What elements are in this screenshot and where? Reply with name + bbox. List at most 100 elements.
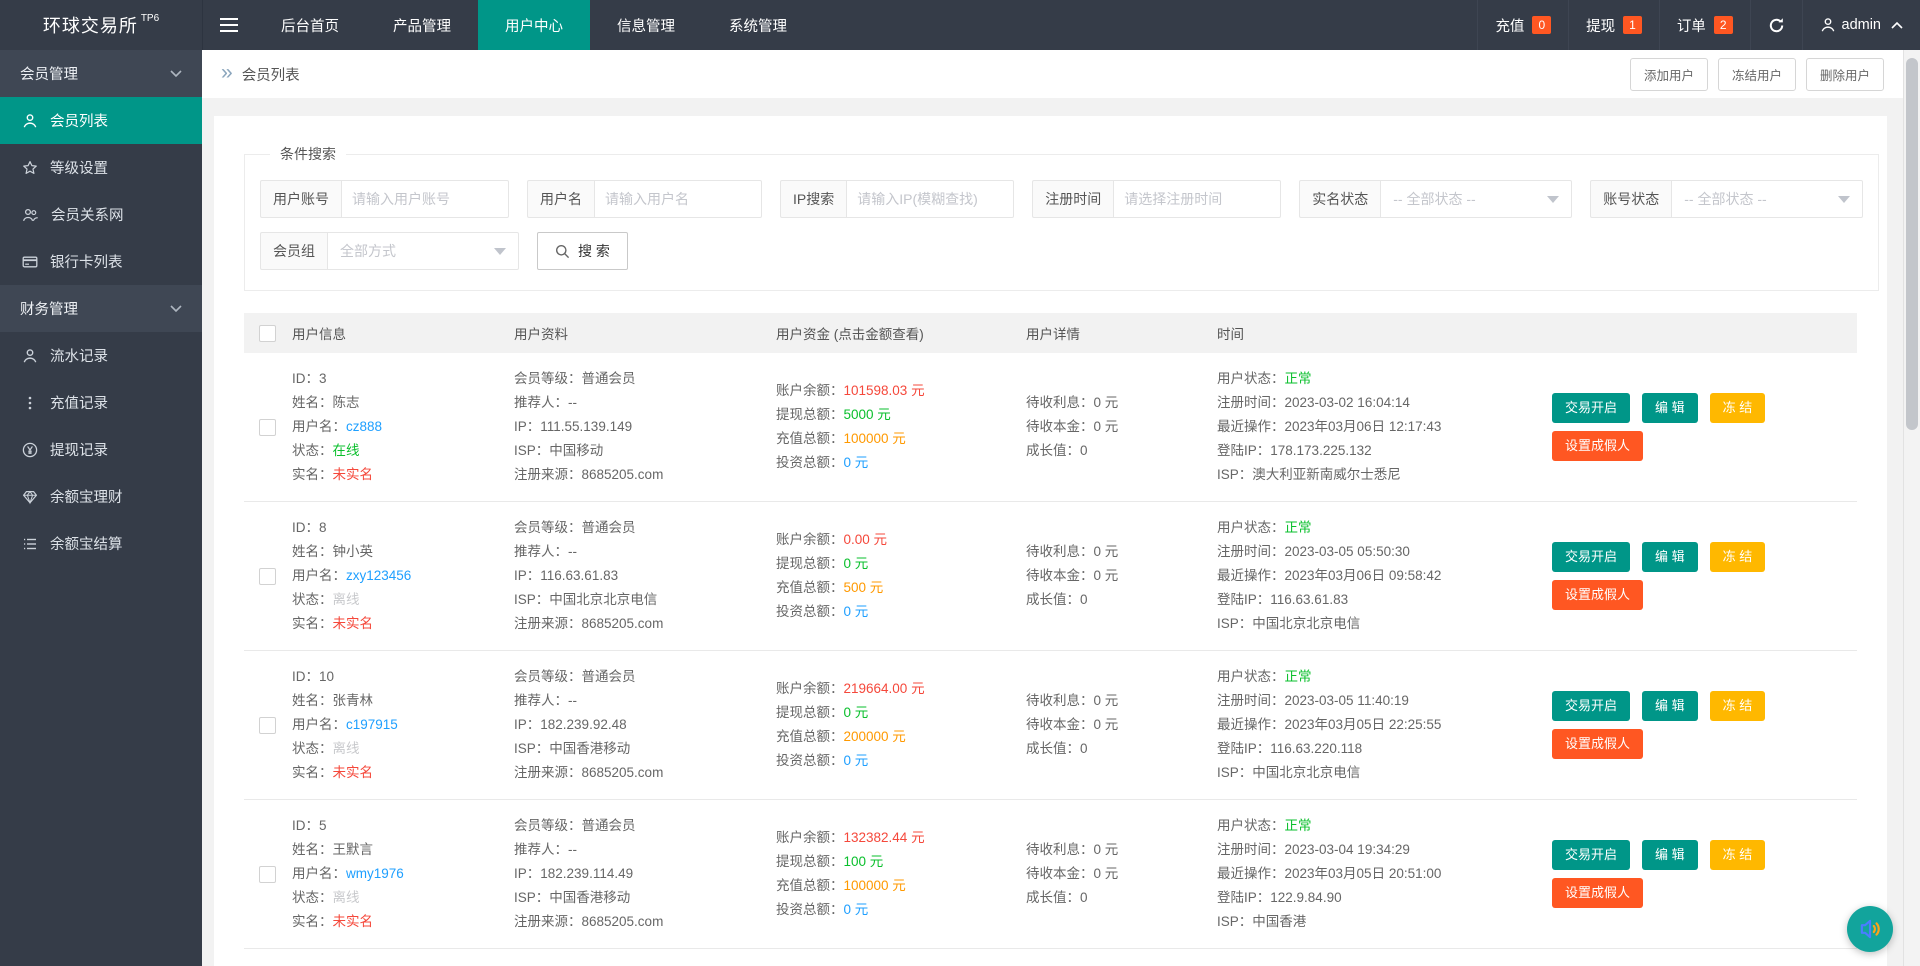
set-fake-button[interactable]: 设置成假人 — [1552, 580, 1644, 610]
field-line: 成长值：0 — [1026, 592, 1088, 607]
field-select[interactable]: -- 全部状态 -- — [1380, 180, 1573, 218]
field-line: 待收利息：0 元 — [1026, 395, 1119, 410]
sidebar-item[interactable]: 等级设置 — [0, 144, 202, 191]
trade-toggle-button[interactable]: 交易开启 — [1552, 393, 1631, 423]
edit-button[interactable]: 编 辑 — [1642, 840, 1698, 870]
field-line: 提现总额：0 元 — [776, 556, 869, 571]
sidebar-item[interactable]: 流水记录 — [0, 332, 202, 379]
field-label: 注册时间 — [1032, 180, 1114, 218]
field-input[interactable] — [594, 180, 762, 218]
sidebar-item[interactable]: 提现记录 — [0, 426, 202, 473]
set-fake-button[interactable]: 设置成假人 — [1552, 878, 1644, 908]
field-line: 姓名：王默言 — [292, 842, 373, 857]
field-label: 账号状态 — [1590, 180, 1672, 218]
field-line: 用户名：wmy1976 — [292, 866, 404, 881]
row-checkbox[interactable] — [259, 418, 276, 436]
user-info-cell: ID：9姓名：张青林用户名：z197908状态：离线实名：未实名 — [292, 948, 514, 966]
sidebar-item[interactable]: 充值记录 — [0, 379, 202, 426]
sound-toggle-button[interactable] — [1847, 906, 1893, 952]
time-cell: 用户状态：正常 注册时间：2023-03-05 05:50:30 最近操作：2023… — [1217, 501, 1552, 651]
freeze-button[interactable]: 冻 结 — [1709, 393, 1766, 423]
field-line: 会员等级：普通会员 — [514, 520, 636, 535]
field-line: 投资总额：0 元 — [776, 902, 869, 917]
breadcrumb-bar: » 会员列表 添加用户 冻结用户 删除用户 — [202, 50, 1903, 98]
topbar-shortcut[interactable]: 充值 0 — [1477, 0, 1568, 50]
edit-button[interactable]: 编 辑 — [1642, 542, 1698, 572]
set-fake-button[interactable]: 设置成假人 — [1552, 729, 1644, 759]
trade-toggle-button[interactable]: 交易开启 — [1552, 691, 1631, 721]
freeze-button[interactable]: 冻 结 — [1709, 542, 1766, 572]
dots-icon — [22, 395, 38, 411]
page-action-button[interactable]: 删除用户 — [1805, 57, 1884, 91]
sidebar-item[interactable]: 会员列表 — [0, 97, 202, 144]
field-line: 推荐人：-- — [514, 395, 577, 410]
sidebar-item[interactable]: 余额宝结算 — [0, 520, 202, 567]
field-input[interactable] — [1113, 180, 1282, 218]
select-value: -- 全部状态 -- — [1684, 191, 1767, 207]
field-line: 提现总额：5000 元 — [776, 407, 891, 422]
topbar: 环球交易所 TP6 后台首页 产品管理 用户中心 信息管理 系统管理 充值 0 提现 1 订单 2… — [0, 0, 1920, 50]
field-select[interactable]: -- 全部状态 -- — [1671, 180, 1864, 218]
topbar-shortcut[interactable]: 订单 2 — [1658, 0, 1750, 50]
scrollbar-thumb[interactable] — [1906, 58, 1918, 430]
actions-cell: 交易开启编 辑冻 结设置成假人 — [1552, 650, 1857, 800]
caret-down-icon — [1838, 195, 1851, 203]
top-nav-item[interactable]: 信息管理 — [590, 0, 702, 50]
field-input[interactable] — [341, 180, 509, 218]
field-line: 实名：未实名 — [292, 765, 373, 780]
search-button[interactable]: 搜 索 — [537, 232, 628, 270]
freeze-button[interactable]: 冻 结 — [1709, 691, 1766, 721]
field-line: ID：3 — [292, 371, 327, 386]
freeze-button[interactable]: 冻 结 — [1709, 840, 1766, 870]
shortcut-label: 订单 — [1676, 18, 1706, 35]
field-label: 会员组 — [260, 232, 327, 270]
sidebar-item[interactable]: 余额宝理财 — [0, 473, 202, 520]
field-line: ID：8 — [292, 520, 327, 535]
sidebar-item[interactable]: 银行卡列表 — [0, 238, 202, 285]
column-header: 用户资金 (点击金额查看) — [776, 313, 1026, 353]
column-header: 时间 — [1217, 313, 1552, 353]
search-icon — [555, 244, 570, 259]
topbar-shortcut[interactable]: 提现 1 — [1568, 0, 1659, 50]
top-nav-item[interactable]: 产品管理 — [366, 0, 478, 50]
page-action-button[interactable]: 冻结用户 — [1717, 57, 1796, 91]
field-line: 充值总额：100000 元 — [776, 431, 906, 446]
sidebar-toggle-button[interactable] — [202, 0, 254, 50]
row-checkbox[interactable] — [259, 865, 276, 883]
row-checkbox[interactable] — [259, 567, 276, 585]
top-nav-item[interactable]: 后台首页 — [254, 0, 366, 50]
refresh-button[interactable] — [1749, 0, 1802, 50]
field-line: ISP：中国北京北京电信 — [1217, 616, 1361, 631]
search-legend: 条件搜索 — [280, 146, 336, 162]
trade-toggle-button[interactable]: 交易开启 — [1552, 840, 1631, 870]
field-label: 用户账号 — [260, 180, 341, 218]
row-checkbox[interactable] — [259, 716, 276, 734]
field-line: 注册时间：2023-03-04 19:34:29 — [1217, 842, 1410, 857]
page-action-button[interactable]: 添加用户 — [1629, 57, 1708, 91]
admin-menu[interactable]: admin — [1801, 0, 1920, 50]
field-line: 用户名：c197915 — [292, 717, 398, 732]
section-title-label: 财务管理 — [20, 302, 78, 318]
field-line: ISP：中国移动 — [514, 443, 604, 458]
trade-toggle-button[interactable]: 交易开启 — [1552, 542, 1631, 572]
sidebar-section-title[interactable]: 财务管理 — [0, 285, 202, 332]
field-line: 登陆IP：178.173.225.132 — [1217, 443, 1372, 458]
edit-button[interactable]: 编 辑 — [1642, 393, 1698, 423]
field-line: 待收本金：0 元 — [1026, 866, 1119, 881]
chevron-down-icon — [170, 304, 182, 313]
field-input[interactable] — [846, 180, 1015, 218]
top-nav-item[interactable]: 用户中心 — [478, 0, 590, 50]
table-row: ID：8 姓名：钟小英 用户名：zxy123456 状态：离线 实名：未实名 会员等级：普… — [244, 501, 1857, 651]
sidebar-item[interactable]: 会员关系网 — [0, 191, 202, 238]
field-line: 待收利息：0 元 — [1026, 544, 1119, 559]
app-logo[interactable]: 环球交易所 TP6 — [0, 0, 202, 50]
sidebar-section-title[interactable]: 会员管理 — [0, 50, 202, 97]
field-select[interactable]: 全部方式 — [327, 232, 519, 270]
top-nav-item[interactable]: 系统管理 — [702, 0, 814, 50]
bank-card-icon — [22, 254, 38, 270]
edit-button[interactable]: 编 辑 — [1642, 691, 1698, 721]
field-line: 提现总额：0 元 — [776, 705, 869, 720]
select-all-checkbox[interactable] — [259, 324, 276, 342]
field-line: IP：111.55.139.149 — [514, 419, 633, 434]
set-fake-button[interactable]: 设置成假人 — [1552, 431, 1644, 461]
